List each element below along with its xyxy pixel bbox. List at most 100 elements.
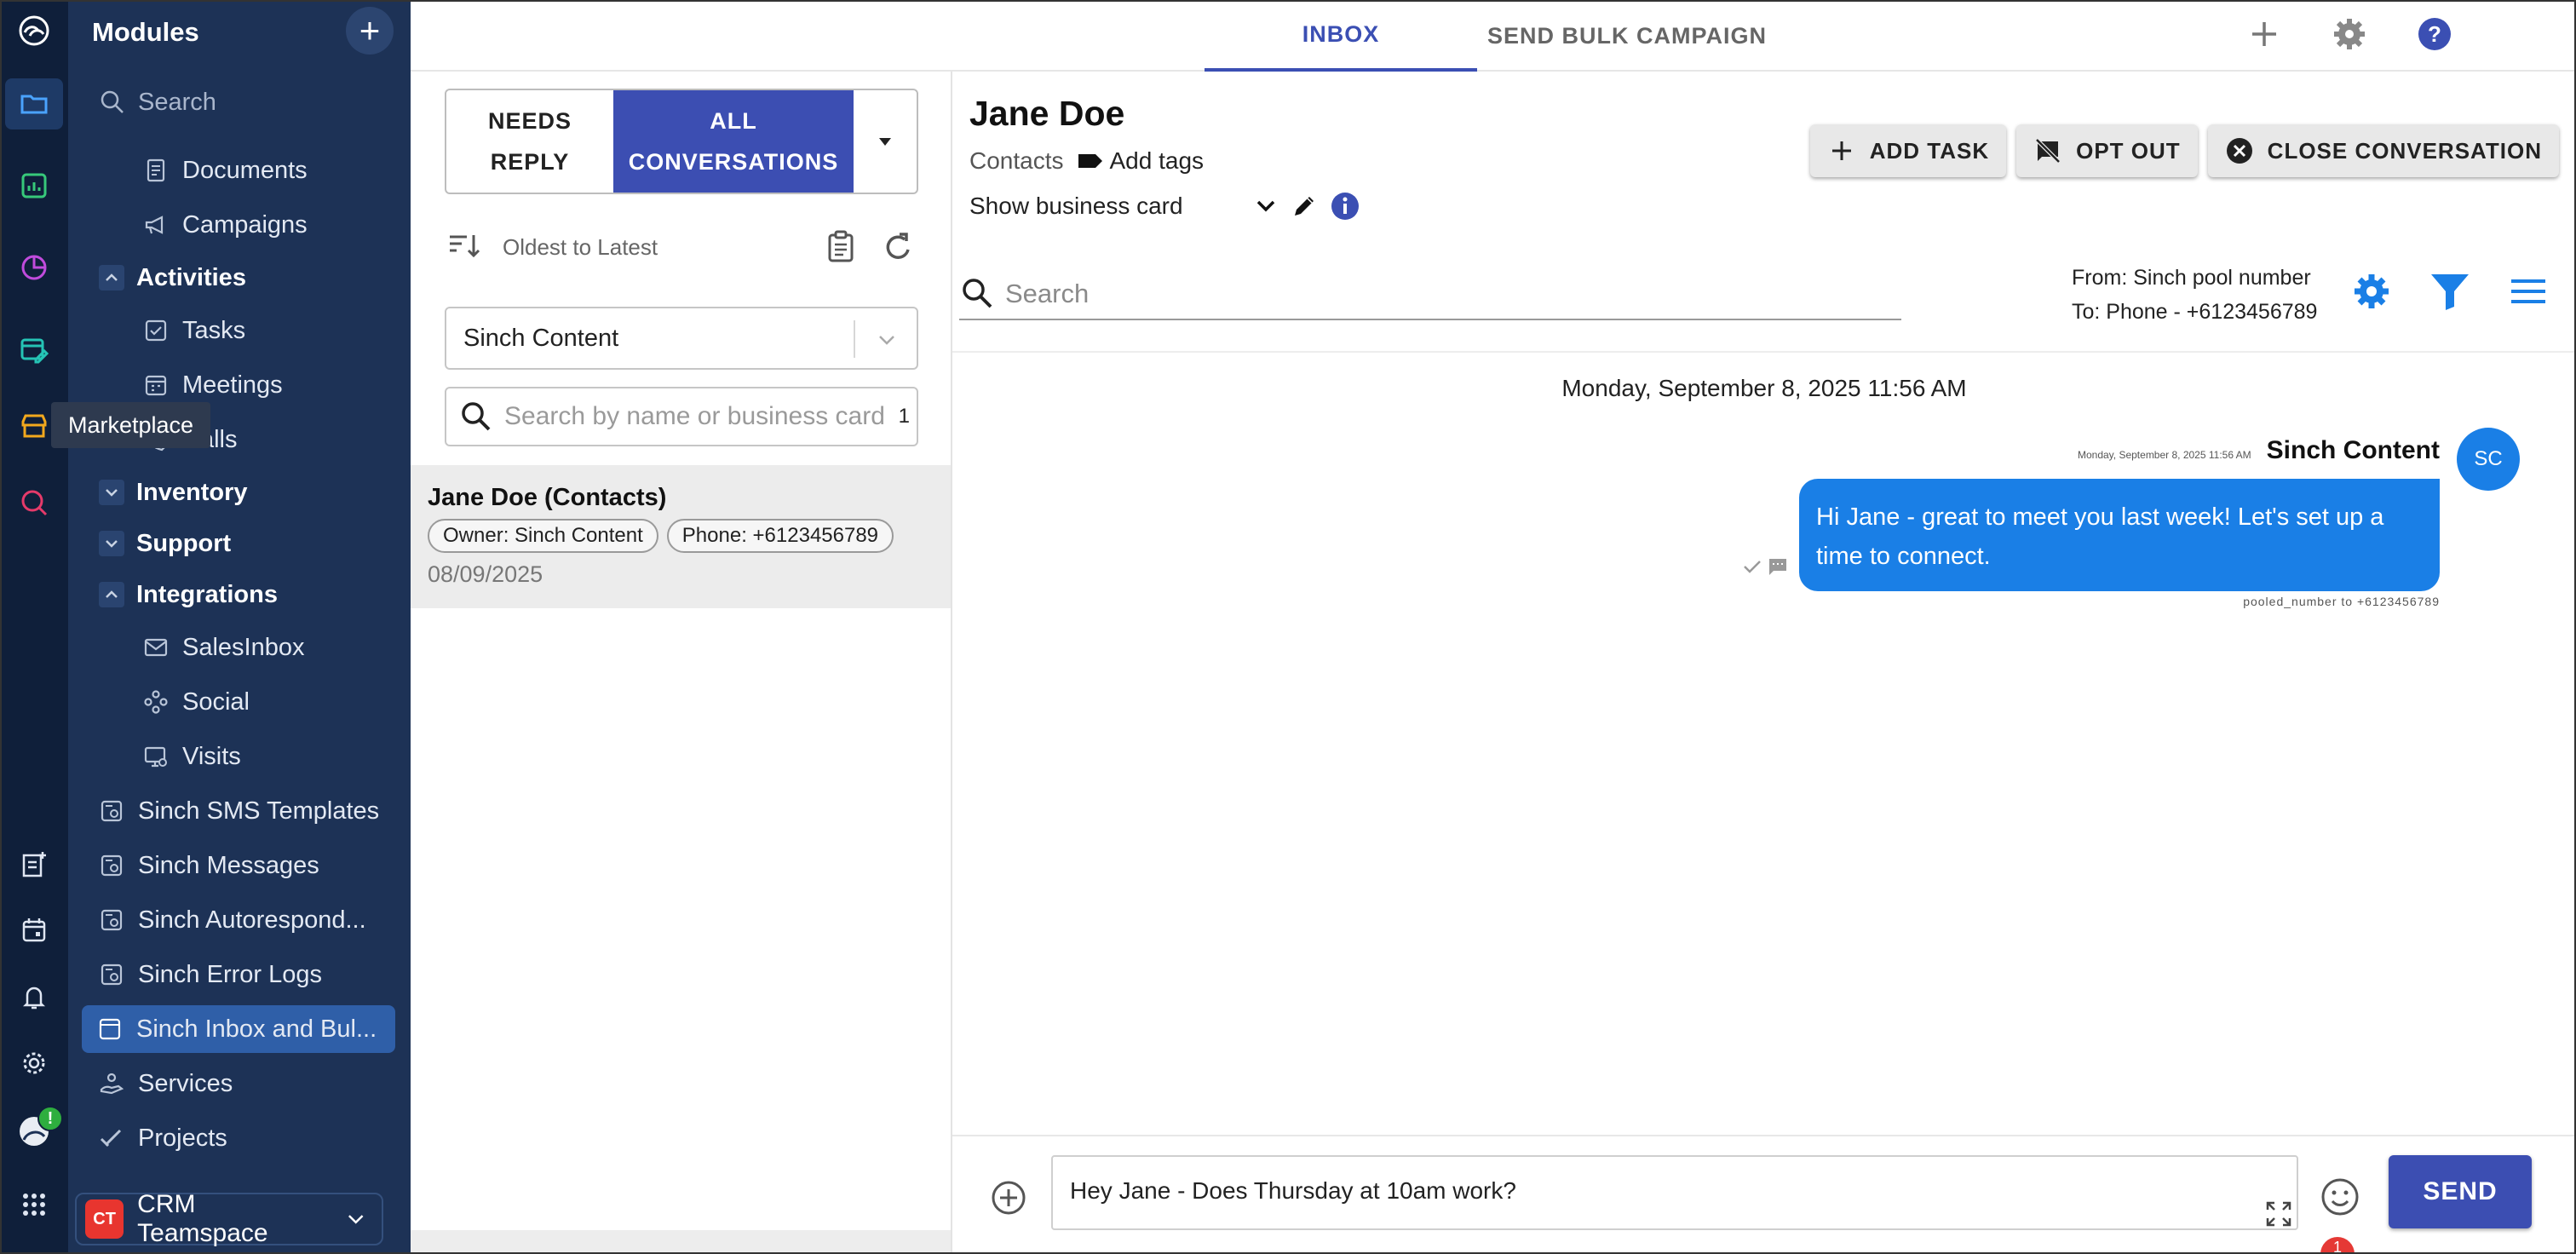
sidebar-item-sinch-inbox[interactable]: Sinch Inbox and Bul... xyxy=(82,1005,395,1053)
chevron-down-icon[interactable] xyxy=(1251,192,1280,221)
teamspace-switcher[interactable]: CT CRM Teamspace xyxy=(75,1190,383,1247)
tab-inbox[interactable]: INBOX xyxy=(1205,0,1477,72)
check-icon xyxy=(100,1129,122,1148)
owner-select[interactable]: Sinch Content xyxy=(445,307,918,370)
sidebar-item-sinch-sms-templates[interactable]: Sinch SMS Templates xyxy=(97,787,379,835)
expand-icon[interactable] xyxy=(2264,1199,2293,1228)
gear-icon[interactable] xyxy=(2349,269,2394,314)
modules-search-placeholder: Search xyxy=(138,88,216,116)
sidebar-group-activities[interactable]: Activities xyxy=(99,254,246,302)
message-route: pooled_number to +6123456789 xyxy=(2243,595,2440,608)
message-sender-row: Monday, September 8, 2025 11:56 AM Sinch… xyxy=(2078,436,2440,465)
sidebar-item-salesinbox[interactable]: SalesInbox xyxy=(141,624,305,671)
calendar-edit-icon[interactable] xyxy=(9,324,60,375)
modules-search[interactable]: Search xyxy=(99,83,388,121)
sidebar-group-integrations[interactable]: Integrations xyxy=(99,571,278,618)
tab-send-bulk-campaign[interactable]: SEND BULK CAMPAIGN xyxy=(1477,0,1777,72)
sidebar-group-support[interactable]: Support xyxy=(99,520,231,567)
filter-icon[interactable] xyxy=(2428,269,2472,314)
message-input[interactable]: Hey Jane - Does Thursday at 10am work? xyxy=(1051,1155,2298,1230)
add-task-button[interactable]: ADD TASK xyxy=(1809,124,2007,177)
sidebar-item-sinch-autoresponders[interactable]: Sinch Autorespond... xyxy=(97,896,366,944)
select-divider xyxy=(854,320,855,358)
module-icon xyxy=(101,800,123,822)
add-tags-button[interactable]: Add tags xyxy=(1076,147,1204,175)
teamspace-badge: CT xyxy=(85,1199,124,1239)
sidebar-item-visits[interactable]: Visits xyxy=(141,733,241,780)
message-status xyxy=(1741,555,1789,578)
add-attachment-icon[interactable] xyxy=(990,1179,1027,1217)
calendar-icon[interactable] xyxy=(9,905,60,956)
edit-icon[interactable] xyxy=(1289,191,1320,221)
contact-module: Contacts xyxy=(969,147,1064,174)
cloud-logo-icon[interactable] xyxy=(9,5,60,56)
message-search xyxy=(959,269,1901,320)
status-badge: ! xyxy=(37,1106,63,1131)
modules-title: Modules xyxy=(92,17,199,47)
close-conversation-button[interactable]: CLOSE CONVERSATION xyxy=(2207,124,2559,177)
clipboard-icon[interactable] xyxy=(821,227,860,267)
sidebar-group-inventory[interactable]: Inventory xyxy=(99,469,248,516)
from-number: From: Sinch pool number xyxy=(2072,266,2311,290)
add-module-button[interactable]: + xyxy=(346,7,394,55)
sidebar-item-social[interactable]: Social xyxy=(141,678,250,726)
opt-out-button[interactable]: OPT OUT xyxy=(2016,124,2198,177)
chevron-down-icon xyxy=(99,480,124,505)
sms-icon xyxy=(1769,559,1786,575)
filter-dropdown-button[interactable] xyxy=(854,90,917,193)
emoji-icon[interactable] xyxy=(2319,1176,2361,1218)
search-analytics-icon[interactable] xyxy=(9,477,60,528)
menu-icon[interactable] xyxy=(2506,269,2550,314)
sort-label[interactable]: Oldest to Latest xyxy=(503,234,658,261)
close-icon xyxy=(2226,138,2252,164)
sidebar-item-documents[interactable]: Documents xyxy=(141,147,308,194)
gear-icon[interactable] xyxy=(2327,12,2372,56)
bell-icon[interactable] xyxy=(9,971,60,1022)
folder-icon[interactable] xyxy=(5,78,63,129)
new-note-icon[interactable] xyxy=(9,838,60,889)
services-icon xyxy=(100,1073,124,1095)
day-label: Monday, September 8, 2025 11:56 AM xyxy=(1561,375,1967,401)
message-bubble[interactable]: Hi Jane - great to meet you last week! L… xyxy=(1799,479,2440,591)
sidebar-item-sinch-error-logs[interactable]: Sinch Error Logs xyxy=(97,951,322,998)
refresh-icon[interactable] xyxy=(879,227,918,267)
add-icon xyxy=(1831,141,1851,160)
sidebar-item-services[interactable]: Services xyxy=(97,1060,233,1107)
sidebar-item-tasks[interactable]: Tasks xyxy=(141,307,245,354)
help-icon[interactable]: ? xyxy=(2412,12,2457,56)
sort-icon[interactable] xyxy=(445,227,482,268)
owner-chip: Owner: Sinch Content xyxy=(428,519,658,553)
contact-name[interactable]: Jane Doe xyxy=(969,94,1124,134)
apps-grid-icon[interactable] xyxy=(9,1179,60,1230)
sidebar-item-campaigns[interactable]: Campaigns xyxy=(141,201,308,249)
search-count: 1 xyxy=(898,405,910,428)
search-icon xyxy=(101,90,124,113)
modules-sidebar: Modules + Search Documents Campaigns Act… xyxy=(68,0,411,1254)
calendar-icon xyxy=(145,375,167,396)
report-icon[interactable] xyxy=(9,160,60,211)
megaphone-icon xyxy=(145,216,164,234)
all-conversations-button[interactable]: ALL CONVERSATIONS xyxy=(613,90,854,193)
business-card-row: Show business card xyxy=(969,191,1360,221)
sidebar-item-projects[interactable]: Projects xyxy=(97,1114,227,1162)
gear-icon[interactable] xyxy=(9,1038,60,1089)
conversation-search-input[interactable] xyxy=(504,402,888,431)
analytics-icon[interactable] xyxy=(9,242,60,293)
top-bar: INBOX SEND BULK CAMPAIGN ? xyxy=(411,0,2576,72)
list-item[interactable]: Jane Doe (Contacts) Owner: Sinch Content… xyxy=(411,465,951,608)
social-icon xyxy=(144,690,168,714)
caret-down-icon xyxy=(879,138,891,146)
task-icon xyxy=(145,319,167,342)
search-icon xyxy=(963,279,992,308)
chevron-down-icon xyxy=(348,1215,363,1224)
mail-icon xyxy=(144,638,168,657)
send-button[interactable]: SEND xyxy=(2389,1155,2532,1228)
add-icon[interactable] xyxy=(2242,12,2286,56)
phone-chip: Phone: +6123456789 xyxy=(666,519,894,553)
info-icon[interactable] xyxy=(1330,191,1360,221)
list-footer xyxy=(411,1230,951,1254)
sidebar-item-sinch-messages[interactable]: Sinch Messages xyxy=(97,842,319,889)
needs-reply-button[interactable]: NEEDS REPLY xyxy=(446,90,613,193)
message-search-input[interactable] xyxy=(1005,279,1857,309)
sort-row: Oldest to Latest xyxy=(445,223,918,271)
